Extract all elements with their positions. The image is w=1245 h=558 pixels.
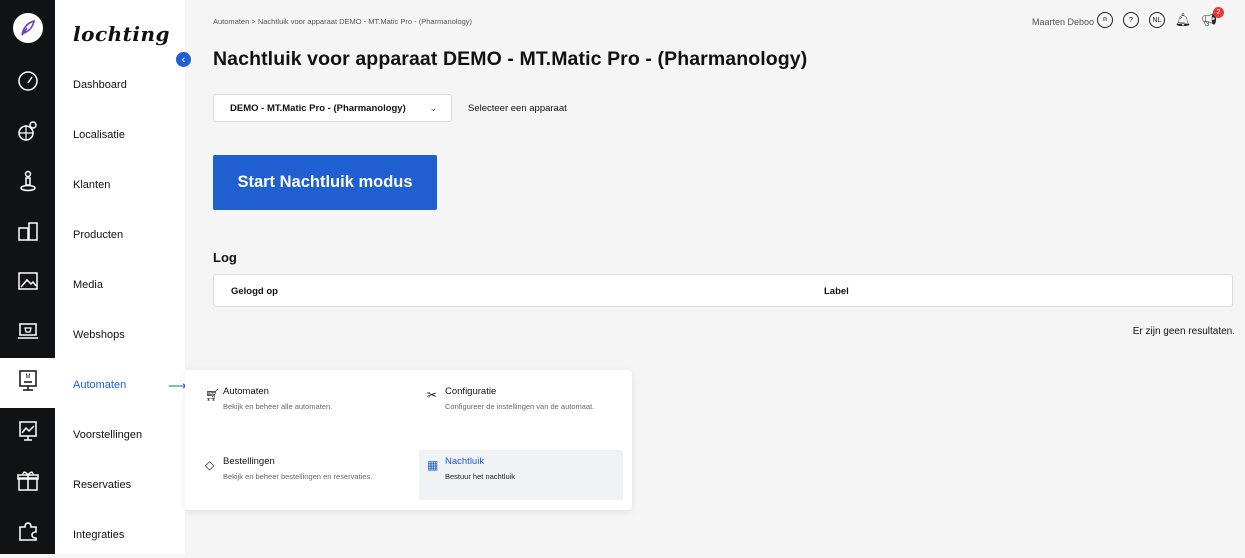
chevron-left-icon: ‹	[181, 53, 186, 66]
tools-icon: ✂︎	[427, 388, 438, 402]
presentation-icon	[16, 419, 40, 448]
icon-rail: M	[0, 0, 55, 554]
column-gelogd-op[interactable]: Gelogd op	[231, 286, 278, 297]
automaten-flyout-menu: 🛒︎ Automaten Bekijk en beheer alle autom…	[185, 370, 632, 510]
rail-reservaties[interactable]	[0, 458, 55, 508]
rail-dashboard[interactable]	[0, 58, 55, 108]
arrow-right-icon: ⟶	[168, 378, 187, 393]
flyout-item-title: Bestellingen	[223, 456, 275, 467]
shopping-cart-icon: 🛒︎	[205, 388, 221, 402]
rail-producten[interactable]	[0, 208, 55, 258]
user-profile-icon[interactable]: ⍝	[1097, 12, 1113, 28]
log-table-header: Gelogd op Label	[213, 274, 1233, 307]
sidebar-item-klanten[interactable]: Klanten	[73, 179, 110, 191]
brand-logo: lochting	[73, 22, 171, 46]
user-name[interactable]: Maarten Deboo	[1032, 17, 1094, 27]
notification-badge: 2	[1213, 7, 1224, 18]
puzzle-icon	[16, 519, 40, 548]
diamond-icon: ◇	[205, 458, 215, 472]
rail-integraties[interactable]	[0, 508, 55, 558]
gauge-icon	[16, 69, 40, 98]
flyout-item-title: Automaten	[223, 386, 269, 397]
rail-automaten[interactable]: M	[0, 358, 55, 408]
log-heading: Log	[213, 250, 237, 265]
rail-media[interactable]	[0, 258, 55, 308]
storefront-icon: ▦	[427, 458, 439, 472]
globe-pin-icon	[16, 119, 40, 148]
bell-icon[interactable]: 🔔︎	[1175, 12, 1192, 28]
app-logo[interactable]	[0, 8, 55, 48]
page-title: Nachtluik voor apparaat DEMO - MT.Matic …	[213, 48, 808, 70]
vending-machine-icon: M	[16, 369, 40, 398]
sidebar-item-reservaties[interactable]: Reservaties	[73, 479, 131, 491]
rail-voorstellingen[interactable]	[0, 408, 55, 458]
flyout-item-desc: Configureer de instellingen van de autom…	[445, 402, 595, 411]
device-select[interactable]: DEMO - MT.Matic Pro - (Pharmanology) ⌄	[213, 94, 452, 122]
person-pin-icon	[16, 169, 40, 198]
empty-results-text: Er zijn geen resultaten.	[1132, 326, 1235, 337]
flyout-item-desc: Bekijk en beheer alle automaten.	[223, 402, 333, 411]
chevron-down-icon: ⌄	[429, 102, 437, 113]
column-label[interactable]: Label	[824, 286, 849, 297]
rail-webshops[interactable]	[0, 308, 55, 358]
sidebar-item-dashboard[interactable]: Dashboard	[73, 79, 127, 91]
flyout-item-configuratie[interactable]: ✂︎ Configuratie Configureer de instellin…	[419, 380, 615, 419]
sidebar-item-voorstellingen[interactable]: Voorstellingen	[73, 429, 142, 441]
flyout-item-bestellingen[interactable]: ◇ Bestellingen Bekijk en beheer bestelli…	[197, 450, 413, 489]
header-icons: ⍝ ? NL 🔔︎ 📢︎	[1097, 12, 1217, 28]
device-select-hint: Selecteer een apparaat	[468, 103, 567, 114]
sidebar-item-integraties[interactable]: Integraties	[73, 529, 124, 541]
gift-icon	[16, 469, 40, 498]
help-icon[interactable]: ?	[1123, 12, 1139, 28]
rail-klanten[interactable]	[0, 158, 55, 208]
flyout-item-title: Configuratie	[445, 386, 497, 397]
sidebar-item-producten[interactable]: Producten	[73, 229, 123, 241]
sidebar-item-webshops[interactable]: Webshops	[73, 329, 125, 341]
feather-logo-icon	[12, 13, 43, 43]
language-button[interactable]: NL	[1149, 12, 1165, 28]
breadcrumb[interactable]: Automaten > Nachtluik voor apparaat DEMO…	[213, 17, 472, 26]
flyout-item-nachtluik[interactable]: ▦ Nachtluik Bestuur het nachtluik	[419, 450, 623, 500]
laptop-cart-icon	[16, 319, 40, 348]
rail-localisatie[interactable]	[0, 108, 55, 158]
flyout-item-desc: Bekijk en beheer bestellingen en reserva…	[223, 472, 373, 481]
sidebar-item-localisatie[interactable]: Localisatie	[73, 129, 125, 141]
sidebar: lochting Dashboard Localisatie Klanten P…	[55, 0, 185, 554]
device-select-value: DEMO - MT.Matic Pro - (Pharmanology)	[230, 102, 406, 114]
flyout-item-automaten[interactable]: 🛒︎ Automaten Bekijk en beheer alle autom…	[197, 380, 403, 419]
image-icon	[16, 269, 40, 298]
flyout-item-title: Nachtluik	[445, 456, 485, 467]
collapse-sidebar-button[interactable]: ‹	[176, 52, 191, 67]
products-icon	[16, 219, 40, 248]
svg-text:M: M	[25, 374, 30, 380]
sidebar-item-media[interactable]: Media	[73, 279, 103, 291]
sidebar-item-automaten[interactable]: Automaten	[73, 379, 126, 391]
flyout-item-desc: Bestuur het nachtluik	[445, 472, 516, 481]
start-nachtluik-button[interactable]: Start Nachtluik modus	[213, 155, 437, 210]
